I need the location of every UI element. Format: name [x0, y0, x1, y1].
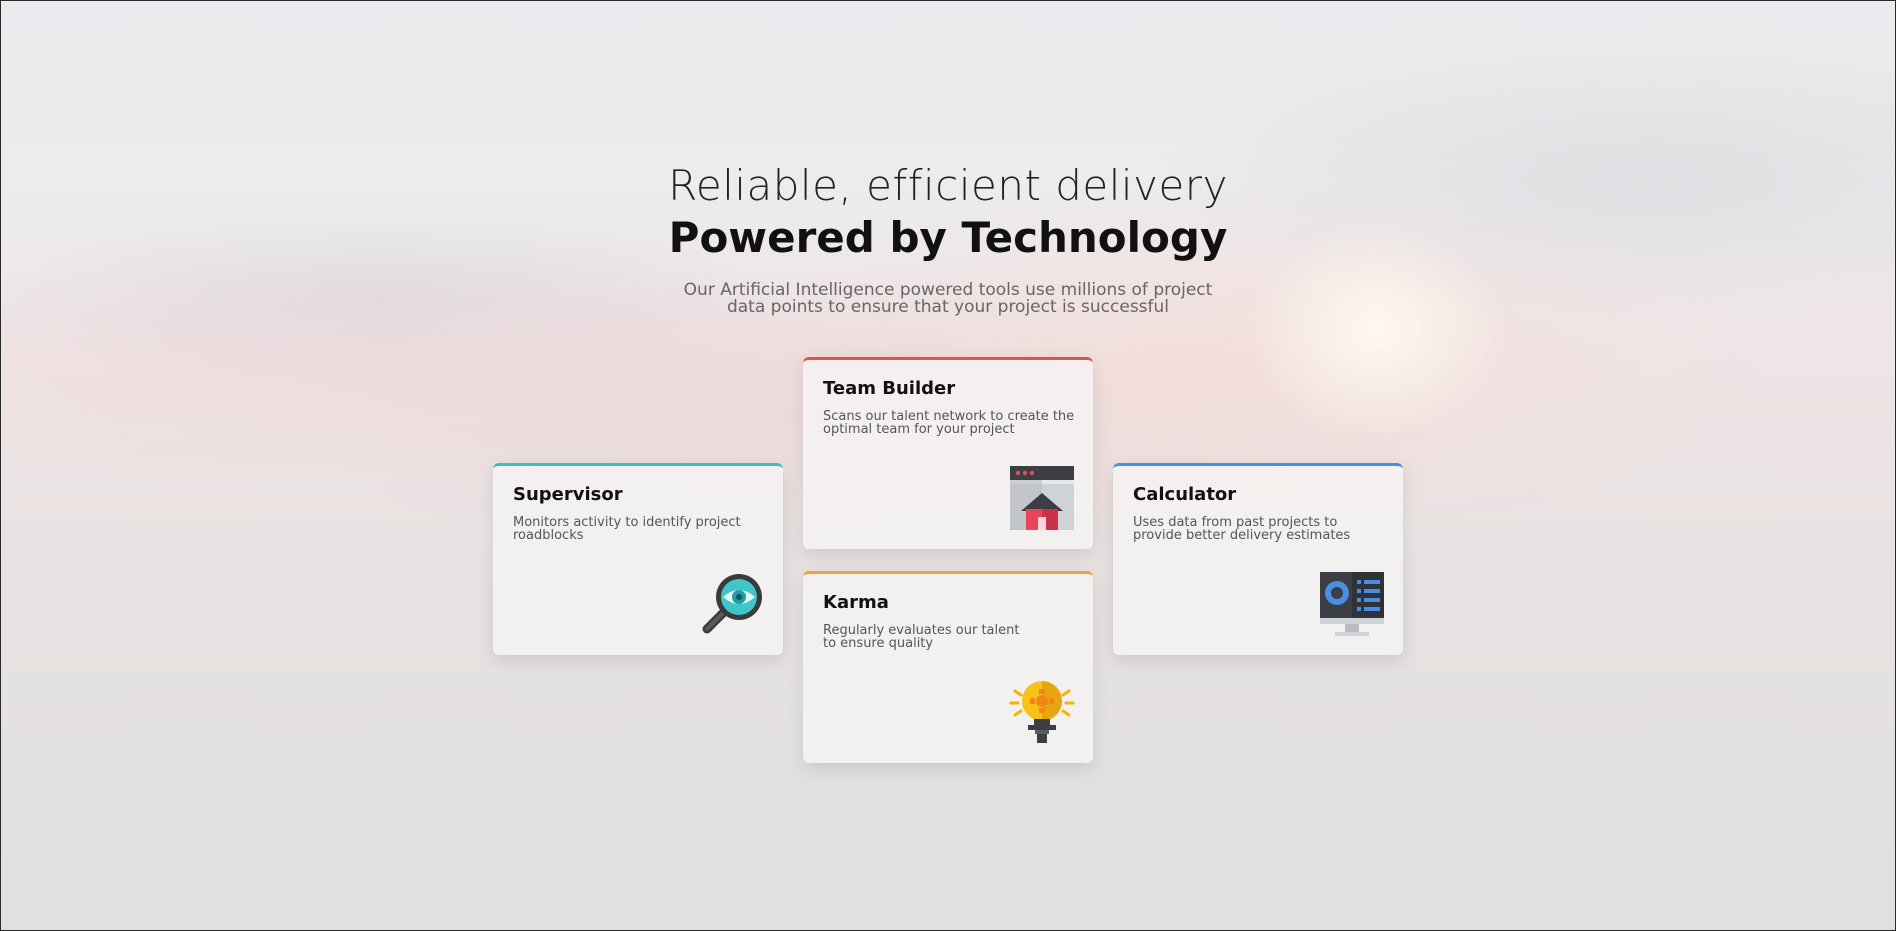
card-description: Monitors activity to identify project ro… [513, 515, 741, 543]
browser-home-icon [1009, 465, 1075, 531]
lightbulb-icon [1009, 679, 1075, 745]
card-title: Calculator [1133, 484, 1237, 505]
monitor-chart-icon [1319, 571, 1385, 637]
card-description: Uses data from past projects to provide … [1133, 515, 1351, 543]
card-description: Regularly evaluates our talent to ensure… [823, 623, 1020, 651]
card-title: Supervisor [513, 484, 623, 505]
hero-title: Powered by Technology [668, 213, 1228, 262]
card-karma[interactable]: Karma Regularly evaluates our talent to … [803, 571, 1093, 763]
card-title: Karma [823, 592, 889, 613]
hero-subtitle: Reliable, efficient delivery [668, 161, 1228, 210]
card-calculator[interactable]: Calculator Uses data from past projects … [1113, 463, 1403, 655]
magnifier-eye-icon [699, 571, 765, 637]
card-title: Team Builder [823, 378, 956, 399]
hero-section: Reliable, efficient delivery Powered by … [0, 160, 1896, 316]
card-supervisor[interactable]: Supervisor Monitors activity to identify… [493, 463, 783, 655]
card-team-builder[interactable]: Team Builder Scans our talent network to… [803, 357, 1093, 549]
card-description: Scans our talent network to create the o… [823, 409, 1075, 437]
hero-description: Our Artificial Intelligence powered tool… [683, 280, 1213, 317]
